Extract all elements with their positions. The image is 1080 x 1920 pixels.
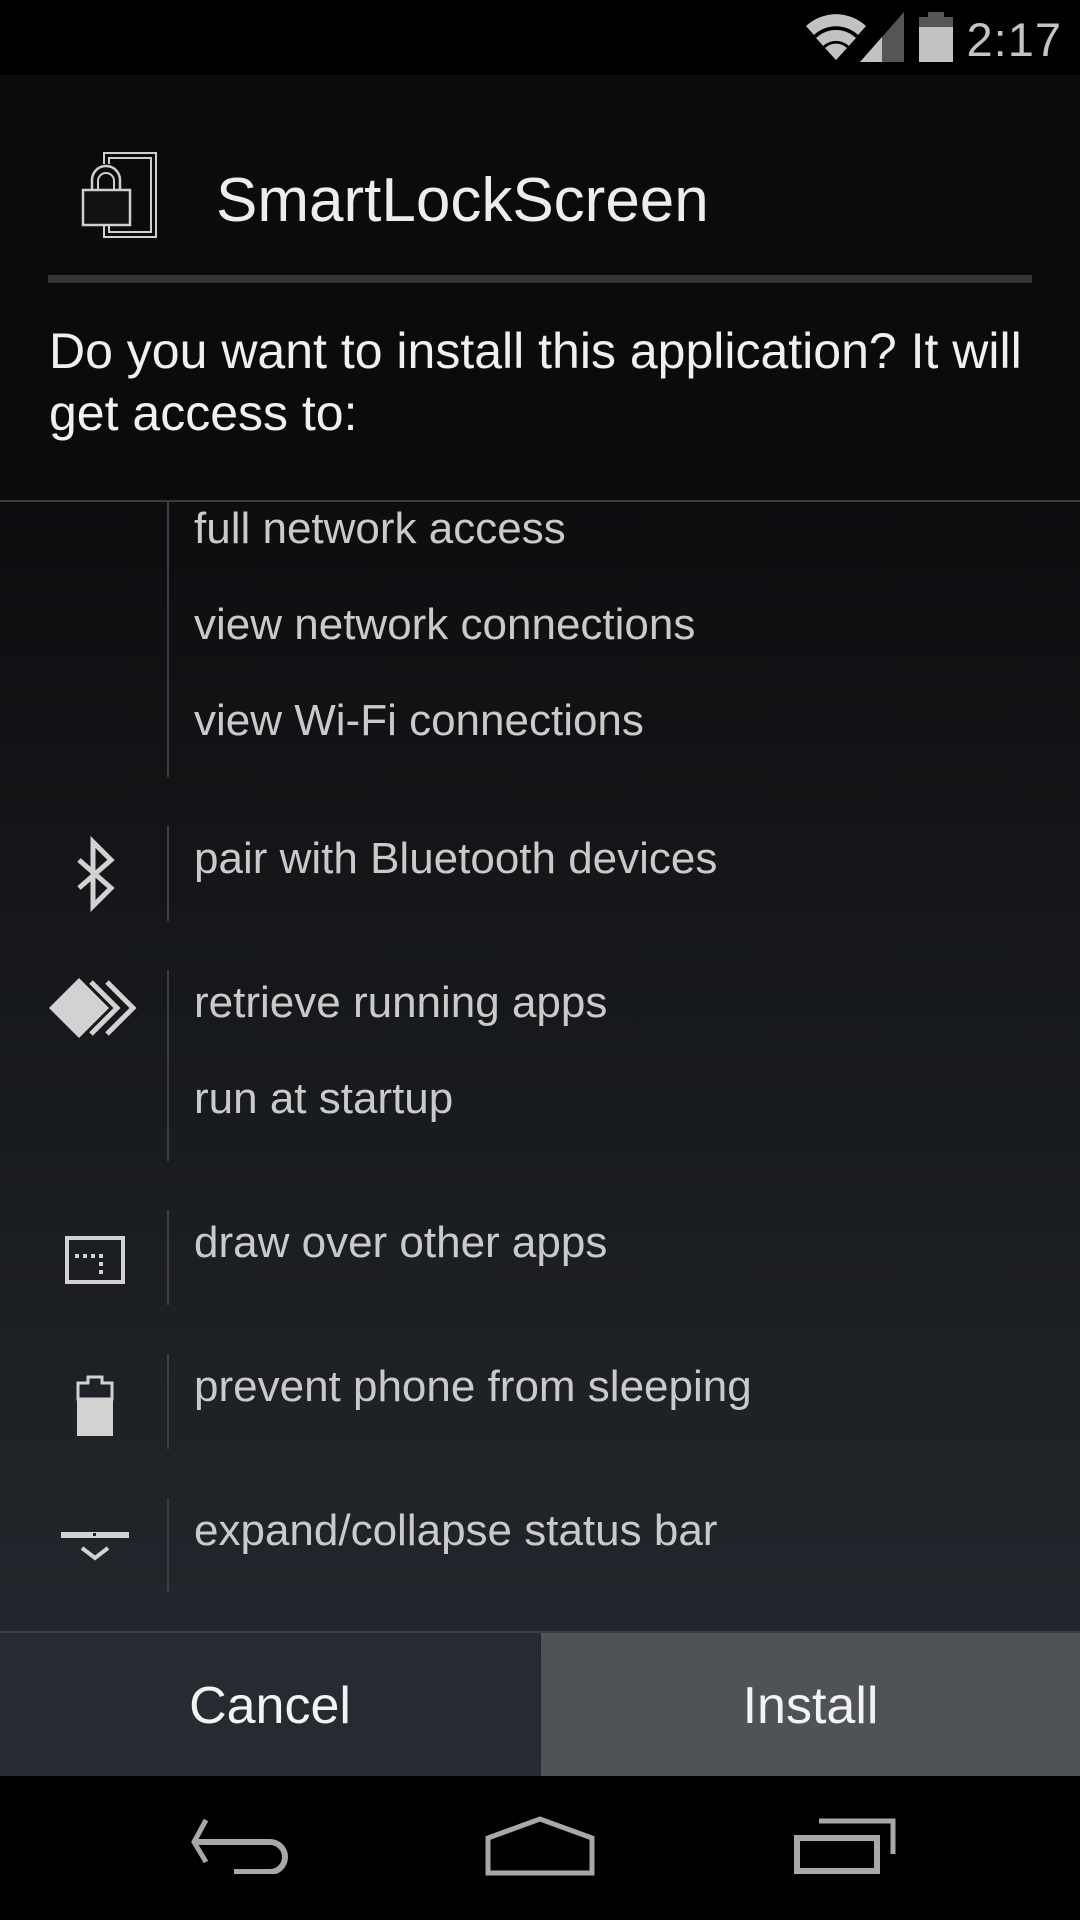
status-bar-icon: [40, 1508, 150, 1588]
back-icon: [191, 1818, 288, 1874]
permission-group-network: full network access view network connect…: [0, 502, 1080, 777]
permission-item: draw over other apps: [194, 1218, 608, 1267]
running-apps-icon: [40, 968, 150, 1048]
recents-button[interactable]: [765, 1796, 925, 1896]
permission-item: prevent phone from sleeping: [194, 1362, 752, 1411]
permission-group-statusbar: expand/collapse status bar: [0, 1498, 1080, 1593]
draw-over-apps-icon: [40, 1220, 150, 1300]
home-button[interactable]: [460, 1796, 620, 1896]
permission-item: view Wi-Fi connections: [194, 696, 644, 745]
wifi-icon: [806, 14, 866, 60]
title-divider: [48, 275, 1032, 283]
install-button[interactable]: Install: [541, 1633, 1080, 1778]
permission-item: full network access: [194, 504, 566, 553]
permission-group-bluetooth: pair with Bluetooth devices: [0, 826, 1080, 921]
button-bar: Cancel Install: [0, 1631, 1080, 1778]
dialog-header: SmartLockScreen Do you want to install t…: [0, 75, 1080, 500]
clock: 2:17: [966, 13, 1062, 66]
permission-group-apps: retrieve running apps run at startup: [0, 970, 1080, 1161]
battery-icon: [40, 1366, 150, 1446]
permission-group-overlay: draw over other apps: [0, 1210, 1080, 1305]
navigation-bar: [0, 1776, 1080, 1920]
permission-item: retrieve running apps: [194, 978, 608, 1027]
recents-icon: [794, 1818, 896, 1874]
group-separator: [167, 1498, 169, 1593]
cancel-button[interactable]: Cancel: [0, 1633, 540, 1778]
lock-screen-app-icon: [81, 152, 157, 238]
battery-icon: [919, 12, 953, 62]
install-question: Do you want to install this application?…: [49, 323, 1022, 441]
app-name: SmartLockScreen: [216, 166, 709, 235]
permission-group-power: prevent phone from sleeping: [0, 1354, 1080, 1449]
back-button[interactable]: [160, 1796, 320, 1896]
install-dialog: SmartLockScreen Do you want to install t…: [0, 75, 1080, 1778]
permission-item: view network connections: [194, 600, 696, 649]
group-separator: [167, 826, 169, 921]
group-separator: [167, 1354, 169, 1449]
permission-item: expand/collapse status bar: [194, 1506, 718, 1555]
group-separator: [167, 502, 169, 777]
group-separator: [167, 1210, 169, 1305]
home-icon: [485, 1816, 595, 1876]
permission-item: pair with Bluetooth devices: [194, 834, 718, 883]
status-bar: 2:17: [0, 0, 1080, 75]
group-separator: [167, 970, 169, 1161]
bluetooth-icon: [40, 834, 150, 914]
cell-signal-icon: [860, 12, 904, 62]
permission-item: run at startup: [194, 1074, 454, 1123]
